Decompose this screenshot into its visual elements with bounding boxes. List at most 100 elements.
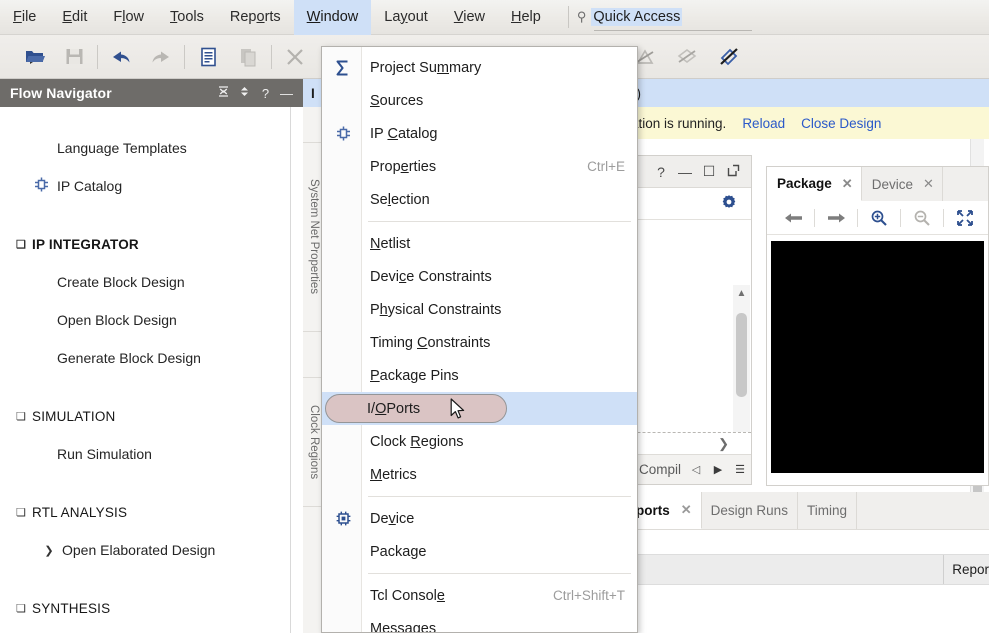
menu-item-ip-catalog[interactable]: IP Catalog	[322, 117, 637, 150]
float-icon[interactable]	[721, 164, 745, 180]
collapse-all-icon[interactable]	[213, 85, 234, 101]
zoom-out-icon[interactable]	[908, 205, 936, 231]
sidebar-item-ip-catalog[interactable]: IP Catalog	[0, 167, 303, 205]
open-project-button[interactable]	[14, 37, 54, 77]
quick-access-text[interactable]: Quick Access	[591, 8, 683, 26]
minimize-icon[interactable]: —	[276, 86, 297, 101]
sidebar-item-add-sources[interactable]: Add Sources	[0, 107, 303, 129]
sources-panel-bottom-tab[interactable]: Compil	[635, 462, 685, 477]
menu-view[interactable]: View	[441, 0, 498, 35]
menu-item-clock-regions[interactable]: Clock Regions	[322, 425, 637, 458]
unmark-button[interactable]	[667, 37, 707, 77]
copy-icon	[200, 47, 216, 66]
toolbar-divider-3	[271, 44, 272, 69]
sidebar-item-generate-block-design[interactable]: Generate Block Design	[0, 339, 303, 377]
menu-layout[interactable]: Layout	[371, 0, 441, 35]
menu-item-netlist[interactable]: Netlist	[322, 227, 637, 260]
sidebar-group-label: IP INTEGRATOR	[32, 236, 139, 252]
sidebar-item-open-block-design[interactable]: Open Block Design	[0, 301, 303, 339]
menu-file[interactable]: File	[0, 0, 49, 35]
save-button[interactable]	[54, 37, 94, 77]
back-arrow-icon[interactable]	[779, 205, 807, 231]
tab-reports[interactable]: ports ✕	[627, 492, 702, 529]
tab-list-icon[interactable]: ☰	[729, 463, 751, 476]
sidebar-item-label: Create Block Design	[57, 274, 185, 290]
gear-icon[interactable]	[721, 194, 737, 213]
sidebar-group-simulation[interactable]: ❏ SIMULATION	[0, 397, 303, 435]
zoom-in-icon[interactable]	[865, 205, 893, 231]
package-canvas[interactable]	[771, 241, 984, 473]
menu-item-device-constraints[interactable]: Device Constraints	[322, 260, 637, 293]
tab-package[interactable]: Package ✕	[767, 167, 862, 201]
vertical-tab-label: Clock Regions	[308, 404, 320, 480]
tab-next-icon[interactable]: ▶	[707, 463, 729, 476]
scroll-right-arrow-icon[interactable]: ❯	[718, 436, 729, 452]
bottom-panel-column-header: Repor	[627, 554, 989, 585]
search-icon: ⚲	[576, 9, 587, 24]
column-spacer	[627, 555, 945, 584]
close-icon[interactable]: ✕	[681, 502, 692, 518]
tab-label: Package	[777, 176, 832, 191]
tab-prev-icon[interactable]: ◁	[685, 463, 707, 476]
redo-button[interactable]	[141, 37, 181, 77]
menu-item-selection[interactable]: Selection	[322, 183, 637, 216]
sidebar-item-language-templates[interactable]: Language Templates	[0, 129, 303, 167]
menu-item-package-pins[interactable]: Package Pins	[322, 359, 637, 392]
sidebar-group-label: SYNTHESIS	[32, 600, 111, 616]
help-icon[interactable]: ?	[255, 86, 276, 101]
sidebar-group-synthesis[interactable]: ❏ SYNTHESIS	[0, 589, 303, 627]
minimize-icon[interactable]: —	[673, 164, 697, 180]
menu-item-device[interactable]: Device	[322, 502, 637, 535]
menu-help[interactable]: Help	[498, 0, 554, 35]
scroll-up-arrow-icon[interactable]: ▲	[733, 285, 750, 301]
menu-item-package[interactable]: Package	[322, 535, 637, 568]
menu-item-timing-constraints[interactable]: Timing Constraints	[322, 326, 637, 359]
sources-scrollbar[interactable]: ▲ ▼	[733, 285, 750, 432]
sidebar-item-run-simulation[interactable]: Run Simulation	[0, 435, 303, 473]
menu-item-metrics[interactable]: Metrics	[322, 458, 637, 491]
menu-edit[interactable]: Edit	[49, 0, 100, 35]
sidebar-group-ip-integrator[interactable]: ❏ IP INTEGRATOR	[0, 225, 303, 263]
chevron-down-icon: ❏	[15, 238, 27, 251]
reload-link[interactable]: Reload	[742, 116, 785, 131]
menu-separator-3	[368, 573, 631, 574]
zoom-fit-icon[interactable]	[951, 205, 979, 231]
menu-item-io-ports[interactable]: I/O Ports	[322, 392, 637, 425]
scrollbar-thumb[interactable]	[736, 313, 747, 397]
chevron-down-icon: ❏	[15, 602, 27, 615]
undo-button[interactable]	[101, 37, 141, 77]
maximize-icon[interactable]: ☐	[697, 163, 721, 180]
paste-button[interactable]	[228, 37, 268, 77]
menu-window[interactable]: Window	[293, 0, 372, 35]
marker-strike-icon	[720, 47, 738, 65]
close-icon[interactable]: ✕	[842, 176, 853, 192]
close-button[interactable]	[275, 37, 315, 77]
forward-arrow-icon[interactable]	[822, 205, 850, 231]
quick-access-field[interactable]: ⚲ Quick Access	[576, 0, 752, 35]
tab-label: ports	[636, 502, 670, 518]
tab-device[interactable]: Device ✕	[862, 167, 943, 201]
tab-timing[interactable]: Timing	[798, 492, 857, 529]
menu-item-properties[interactable]: Properties Ctrl+E	[322, 150, 637, 183]
menu-reports[interactable]: Reports	[217, 0, 294, 35]
expand-collapse-icon[interactable]	[234, 85, 255, 101]
menu-item-tcl-console[interactable]: Tcl Console Ctrl+Shift+T	[322, 579, 637, 612]
menu-item-sources[interactable]: Sources	[322, 84, 637, 117]
column-header-label[interactable]: Repor	[944, 562, 989, 577]
sidebar-item-create-block-design[interactable]: Create Block Design	[0, 263, 303, 301]
close-design-link[interactable]: Close Design	[801, 116, 881, 131]
copy-button[interactable]	[188, 37, 228, 77]
unmark-all-button[interactable]	[709, 37, 749, 77]
tab-design-runs[interactable]: Design Runs	[702, 492, 798, 529]
menu-item-physical-constraints[interactable]: Physical Constraints	[322, 293, 637, 326]
sidebar-item-open-elaborated-design[interactable]: ❯ Open Elaborated Design	[0, 531, 303, 569]
menu-item-messages[interactable]: Messages	[322, 612, 637, 633]
menu-item-project-summary[interactable]: Project Summary	[322, 51, 637, 84]
flow-navigator-list: Add Sources Language Templates IP Catalo…	[0, 107, 303, 627]
menu-tools[interactable]: Tools	[157, 0, 217, 35]
menu-flow[interactable]: Flow	[100, 0, 157, 35]
close-icon[interactable]: ✕	[923, 176, 934, 192]
sidebar-group-rtl-analysis[interactable]: ❏ RTL ANALYSIS	[0, 493, 303, 531]
help-icon[interactable]: ?	[649, 164, 673, 180]
